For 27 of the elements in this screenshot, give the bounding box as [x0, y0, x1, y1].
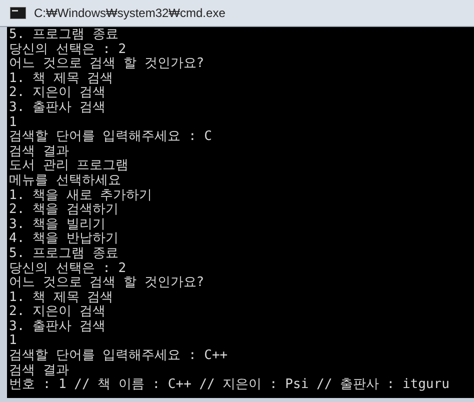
console-line: 2. 지은이 검색 — [9, 86, 106, 101]
console-line: 1 — [9, 116, 17, 130]
console-line: 검색 결과 — [9, 364, 69, 378]
console-line: 1 — [9, 334, 17, 349]
console-line: 4. 책을 반납하기 — [9, 232, 118, 247]
console-line: 메뉴를 선택하세요 — [9, 174, 121, 189]
console-line: 1. 책을 새로 추가하기 — [9, 188, 152, 203]
console-icon — [10, 7, 26, 19]
console-line: 어느 것으로 검색 할 것인가요? — [9, 57, 204, 72]
console-line: 번호 : 1 // 책 이름 : C++ // 지은이 : Psi // 출판사 : itguru — [9, 378, 450, 393]
console-line: 도서 관리 프로그램 — [9, 159, 129, 174]
window-title: C:₩Windows₩system32₩cmd.exe — [34, 5, 226, 22]
console-line: 1. 책 제목 검색 — [9, 72, 114, 86]
console-line: 3. 책을 빌리기 — [9, 218, 106, 232]
console-line: 2. 지은이 검색 — [9, 305, 106, 320]
console-line: 검색할 단어를 입력해주세요 : C — [9, 130, 212, 145]
console-line: 5. 프로그램 종료 — [9, 246, 118, 262]
console-line: 5. 프로그램 종료 — [9, 28, 118, 43]
console-line: 어느 것으로 검색 할 것인가요? — [9, 276, 204, 291]
console-line: 2. 책을 검색하기 — [9, 203, 118, 218]
console-line: 3. 출판사 검색 — [9, 320, 106, 334]
console-line: 검색할 단어를 입력해주세요 : C++ — [9, 349, 228, 364]
console-line: 1. 책 제목 검색 — [9, 290, 114, 305]
console-line: 3. 출판사 검색 — [9, 100, 106, 116]
console-line: 검색 결과 — [9, 144, 69, 159]
console-line: 당신의 선택은 : 2 — [9, 42, 126, 57]
console-line: 당신의 선택은 : 2 — [9, 262, 126, 276]
